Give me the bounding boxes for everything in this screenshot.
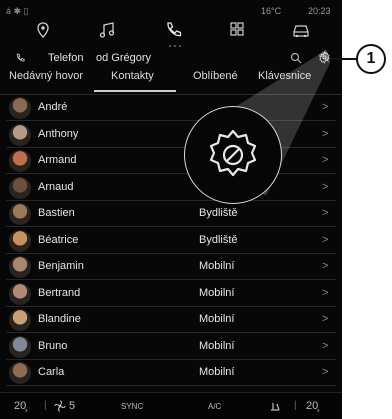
magnified-settings-icon [184,106,282,204]
divider: | [44,400,47,411]
fan-icon [54,400,66,412]
passenger-temperature[interactable]: 20̧ [306,400,318,412]
climate-bar: 20̧ | 5 SYNC A/C | 20̧ [0,392,342,419]
driver-temperature[interactable]: 20̧ [14,400,26,412]
ac-button[interactable]: A/C [208,402,221,411]
seat-heat-icon[interactable] [268,400,282,412]
sync-button[interactable]: SYNC [121,402,143,411]
zoom-beam [186,50,330,196]
callout-number: 1 [356,44,386,74]
phone-screen: á ✱ ▯ 16°C 20:23 Telefon od Grégory Nedá… [0,0,342,419]
divider: | [294,400,297,411]
fan-level[interactable]: 5 [69,400,75,412]
